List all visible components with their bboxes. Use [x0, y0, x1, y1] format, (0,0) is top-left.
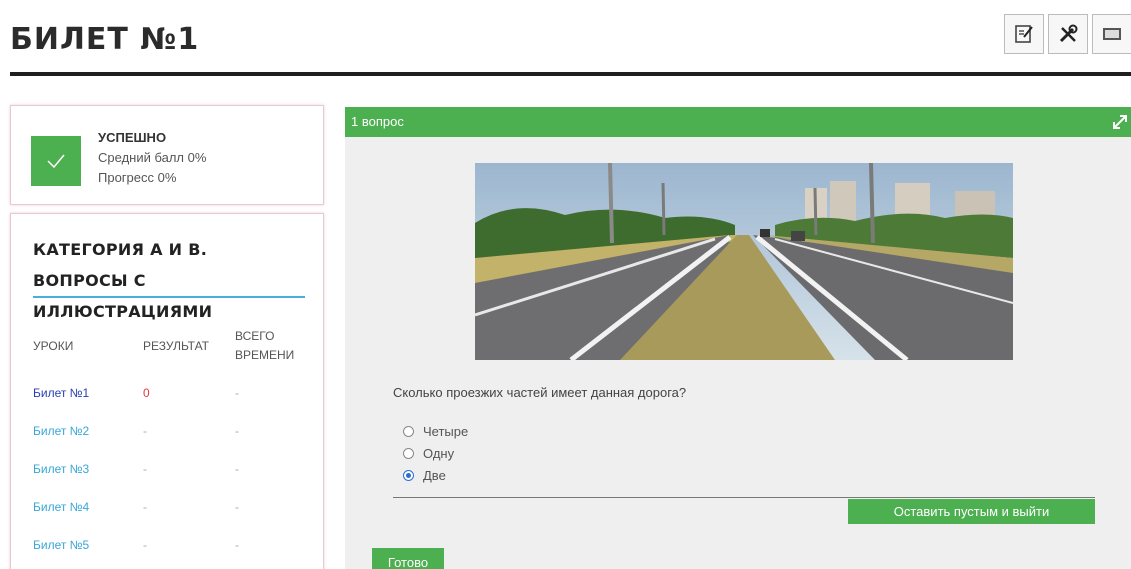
question-text: Сколько проезжих частей имеет данная дор…: [393, 385, 687, 400]
title-divider: [10, 72, 1131, 76]
expand-icon[interactable]: [1111, 113, 1129, 131]
answer-list: Четыре Одну Две: [403, 420, 468, 486]
lesson-link[interactable]: Билет №3: [33, 462, 89, 476]
answer-option[interactable]: Четыре: [403, 420, 468, 442]
keyboard-button[interactable]: [1092, 14, 1131, 54]
lesson-row: Билет №4 - -: [33, 500, 305, 520]
lesson-time: -: [235, 462, 239, 476]
lesson-result: -: [143, 500, 147, 514]
radio-button[interactable]: [403, 447, 414, 459]
status-title: УСПЕШНО: [98, 130, 167, 145]
lesson-result: -: [143, 462, 147, 476]
lesson-link[interactable]: Билет №4: [33, 500, 89, 514]
answer-option[interactable]: Одну: [403, 442, 468, 464]
answer-label: Две: [423, 467, 446, 483]
lesson-time: -: [235, 538, 239, 552]
radio-button-selected[interactable]: [403, 469, 414, 481]
question-number: 1 вопрос: [351, 114, 404, 129]
lesson-row: Билет №5 - -: [33, 538, 305, 558]
answer-option[interactable]: Две: [403, 464, 468, 486]
column-lessons: УРОКИ: [33, 339, 74, 353]
question-header: 1 вопрос: [345, 107, 1131, 137]
lesson-time: -: [235, 386, 239, 400]
progress-text: Прогресс 0%: [98, 170, 177, 185]
question-panel: 1 вопрос Сколько проезжих частей имеет д…: [345, 107, 1131, 569]
column-total-time-line2: ВРЕМЕНИ: [235, 348, 295, 362]
status-text: УСПЕШНО Средний балл 0% Прогресс 0%: [98, 128, 206, 188]
lesson-result: -: [143, 424, 147, 438]
page-title: БИЛЕТ №1: [10, 22, 200, 57]
lesson-time: -: [235, 424, 239, 438]
road-photo: [475, 163, 1013, 360]
category-title: КАТЕГОРИЯ А И В. ВОПРОСЫ С ИЛЛЮСТРАЦИЯМИ: [33, 240, 213, 321]
leave-empty-button[interactable]: Оставить пустым и выйти: [848, 499, 1095, 524]
notes-button[interactable]: [1004, 14, 1044, 54]
lesson-time: -: [235, 500, 239, 514]
done-button[interactable]: Готово: [372, 548, 444, 569]
answer-label: Четыре: [423, 423, 469, 439]
lesson-result: 0: [143, 386, 150, 400]
lesson-row: Билет №2 - -: [33, 424, 305, 444]
toolbar: [1004, 14, 1131, 54]
lessons-panel: КАТЕГОРИЯ А И В. ВОПРОСЫ С ИЛЛЮСТРАЦИЯМИ…: [10, 213, 324, 569]
notes-icon: [1015, 25, 1033, 43]
answer-label: Одну: [423, 445, 455, 461]
lesson-row: Билет №1 0 -: [33, 386, 305, 406]
lesson-link[interactable]: Билет №1: [33, 386, 89, 400]
column-total-time-line1: ВСЕГО: [235, 329, 275, 343]
keyboard-icon: [1103, 28, 1121, 40]
column-result: РЕЗУЛЬТАТ: [143, 339, 209, 353]
tools-icon: [1059, 24, 1078, 43]
status-panel: УСПЕШНО Средний балл 0% Прогресс 0%: [10, 105, 324, 205]
radio-button[interactable]: [403, 425, 414, 437]
lesson-result: -: [143, 538, 147, 552]
column-total-time: ВСЕГО ВРЕМЕНИ: [235, 327, 294, 365]
lesson-link[interactable]: Билет №2: [33, 424, 89, 438]
status-indicator: [31, 136, 81, 186]
lesson-row: Билет №3 - -: [33, 462, 305, 482]
tools-button[interactable]: [1048, 14, 1088, 54]
average-score: Средний балл 0%: [98, 150, 207, 165]
answer-divider: [393, 497, 1095, 498]
checkmark-icon: [47, 154, 65, 169]
lesson-link[interactable]: Билет №5: [33, 538, 89, 552]
category-divider: [33, 296, 305, 298]
